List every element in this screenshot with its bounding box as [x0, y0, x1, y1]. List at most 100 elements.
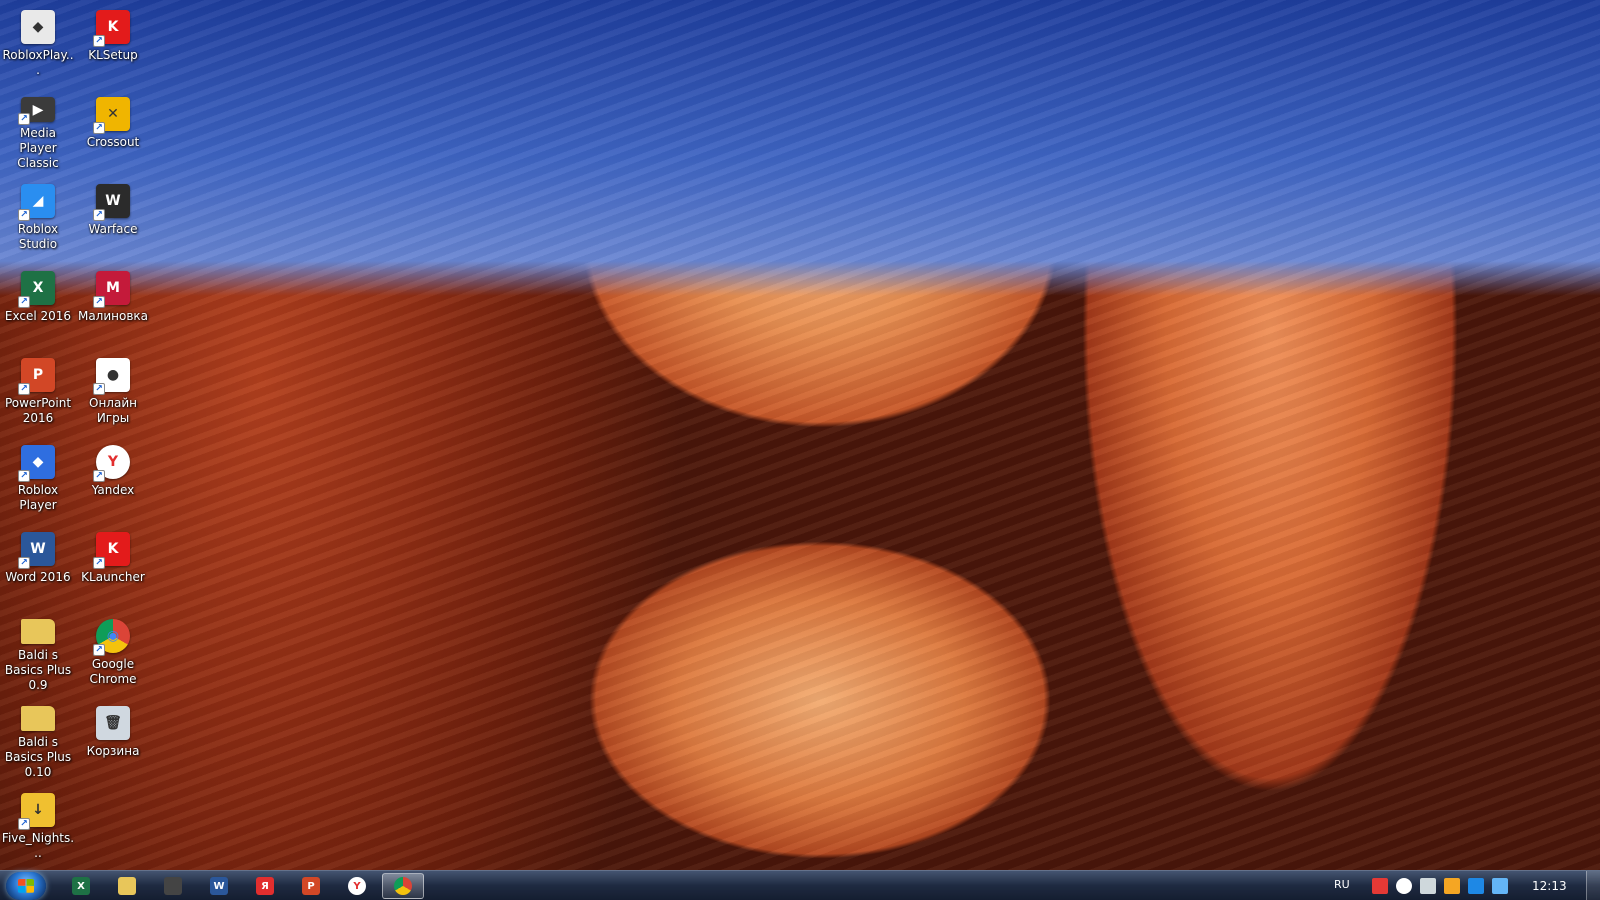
clock[interactable]: 12:13 [1532, 879, 1567, 893]
desktop-icon-roblox-studio[interactable]: ◢ ↗ Roblox Studio [1, 178, 75, 258]
word-icon: W [210, 877, 228, 895]
desktop-wallpaper [0, 0, 1600, 870]
kaspersky-icon[interactable] [1444, 878, 1460, 894]
desktop-icon-baldi-s-basics-plus-0-9[interactable]: Baldi s Basics Plus 0.9 [1, 613, 75, 693]
desktop-icon-label: Baldi s Basics Plus 0.10 [4, 735, 72, 779]
taskbar-button-media-player-classic[interactable] [152, 873, 194, 899]
media-player-classic-icon: ▶ ↗ [18, 97, 55, 125]
desktop-icon-label: Корзина [86, 744, 140, 758]
desktop-icon-label: Google Chrome [89, 657, 137, 686]
desktop-icon-онлайн-игры[interactable]: ● ↗ Онлайн Игры [76, 352, 150, 432]
windows-start-icon [18, 879, 34, 893]
taskbar-button-explorer[interactable] [106, 873, 148, 899]
yandex-browser-icon: Y ↗ [93, 445, 130, 482]
folder-icon [21, 619, 55, 644]
crossout-icon: ✕ ↗ [93, 97, 130, 134]
desktop-icon-корзина[interactable]: 🗑 Корзина [76, 700, 150, 780]
desktop-icon-word-2016[interactable]: W ↗ Word 2016 [1, 526, 75, 606]
taskbar-button-word[interactable]: W [198, 873, 240, 899]
show-desktop-button[interactable] [1586, 871, 1600, 900]
yandex-browser-icon: Y [348, 877, 366, 895]
explorer-icon [118, 877, 136, 895]
shortcut-arrow-icon: ↗ [93, 122, 105, 134]
yandex-icon: Я [256, 877, 274, 895]
roblox-player-2-icon: ◆ ↗ [18, 445, 55, 482]
taskbar-button-yandex[interactable]: Я [244, 873, 286, 899]
taskbar-button-chrome[interactable] [382, 873, 424, 899]
shortcut-arrow-icon: ↗ [93, 383, 105, 395]
word-icon: W ↗ [18, 532, 55, 569]
action-center-icon[interactable] [1492, 878, 1508, 894]
taskbar-button-powerpoint[interactable]: P [290, 873, 332, 899]
desktop-icon-label: Word 2016 [5, 570, 71, 584]
klsetup-icon: K ↗ [93, 10, 130, 47]
recycle-bin-icon: 🗑 [96, 706, 130, 740]
desktop-icon-label: KLSetup [88, 48, 138, 62]
folder-icon [21, 706, 55, 731]
desktop-icon-label: Малиновка [77, 309, 149, 323]
online-games-icon: ● ↗ [93, 358, 130, 395]
desktop-icon-excel-2016[interactable]: X ↗ Excel 2016 [1, 265, 75, 345]
taskbar-button-glyph: X [77, 880, 85, 892]
volume-icon[interactable] [1420, 878, 1436, 894]
yandex-browser-icon[interactable] [1396, 878, 1412, 894]
shortcut-arrow-icon: ↗ [93, 644, 105, 656]
desktop-icon-powerpoint-2016[interactable]: P ↗ PowerPoint 2016 [1, 352, 75, 432]
desktop-icon-label: KLauncher [81, 570, 145, 584]
warface-icon: W ↗ [93, 184, 130, 221]
excel-icon: X ↗ [18, 271, 55, 308]
desktop-icon-media-player-classic[interactable]: ▶ ↗ Media Player Classic [1, 91, 75, 171]
taskbar: X W Я P Y RU 12:13 [0, 870, 1600, 900]
desktop-icon-roblox-player[interactable]: ◆ ↗ Roblox Player [1, 439, 75, 519]
desktop-icon-label: Warface [88, 222, 138, 236]
desktop-icon-label: Yandex [91, 483, 135, 497]
shortcut-arrow-icon: ↗ [93, 470, 105, 482]
desktop-icon-малиновка[interactable]: M ↗ Малиновка [76, 265, 150, 345]
network-icon[interactable] [1468, 878, 1484, 894]
malinovka-icon: M ↗ [93, 271, 130, 308]
desktop-icon-label: Five_Nights... [1, 831, 75, 860]
shortcut-arrow-icon: ↗ [18, 209, 30, 221]
taskbar-button-glyph: Y [353, 880, 361, 892]
desktop-icon-robloxplay[interactable]: ◆ RobloxPlay... [1, 4, 75, 84]
shortcut-arrow-icon: ↗ [93, 35, 105, 47]
shortcut-arrow-icon: ↗ [18, 557, 30, 569]
powerpoint-icon: P [302, 877, 320, 895]
language-indicator[interactable]: RU [1334, 878, 1350, 891]
desktop-icon-label: Roblox Studio [17, 222, 59, 251]
taskbar-button-glyph: P [307, 880, 315, 892]
shortcut-arrow-icon: ↗ [93, 209, 105, 221]
desktop-icon-klsetup[interactable]: K ↗ KLSetup [76, 4, 150, 84]
roblox-studio-icon: ◢ ↗ [18, 184, 55, 221]
taskbar-button-excel[interactable]: X [60, 873, 102, 899]
start-button[interactable] [6, 872, 46, 900]
desktop-icon-crossout[interactable]: ✕ ↗ Crossout [76, 91, 150, 171]
desktop-icon-klauncher[interactable]: K ↗ KLauncher [76, 526, 150, 606]
download-folder-icon: ↓ ↗ [18, 793, 55, 830]
excel-icon: X [72, 877, 90, 895]
flag-alert-icon[interactable] [1372, 878, 1388, 894]
shortcut-arrow-icon: ↗ [93, 296, 105, 308]
powerpoint-icon: P ↗ [18, 358, 55, 395]
desktop-icon-google-chrome[interactable]: ◉ ↗ Google Chrome [76, 613, 150, 693]
shortcut-arrow-icon: ↗ [18, 113, 30, 125]
desktop-icon-label: PowerPoint 2016 [4, 396, 72, 425]
taskbar-button-glyph: W [213, 880, 225, 892]
desktop-icon-label: Crossout [86, 135, 140, 149]
desktop-icon-label: RobloxPlay... [2, 48, 74, 77]
desktop-icon-label: Онлайн Игры [89, 396, 137, 425]
chrome-icon [394, 877, 412, 895]
shortcut-arrow-icon: ↗ [93, 557, 105, 569]
chrome-icon: ◉ ↗ [93, 619, 130, 656]
roblox-player-icon: ◆ [21, 10, 55, 44]
desktop-icon-baldi-s-basics-plus-0-10[interactable]: Baldi s Basics Plus 0.10 [1, 700, 75, 780]
desktop-icon-warface[interactable]: W ↗ Warface [76, 178, 150, 258]
media-player-classic-icon [164, 877, 182, 895]
klauncher-icon: K ↗ [93, 532, 130, 569]
taskbar-button-yandex-browser[interactable]: Y [336, 873, 378, 899]
shortcut-arrow-icon: ↗ [18, 383, 30, 395]
desktop-icon-label: Excel 2016 [4, 309, 72, 323]
shortcut-arrow-icon: ↗ [18, 296, 30, 308]
desktop-icon-five-nights[interactable]: ↓ ↗ Five_Nights... [1, 787, 75, 867]
desktop-icon-yandex[interactable]: Y ↗ Yandex [76, 439, 150, 519]
